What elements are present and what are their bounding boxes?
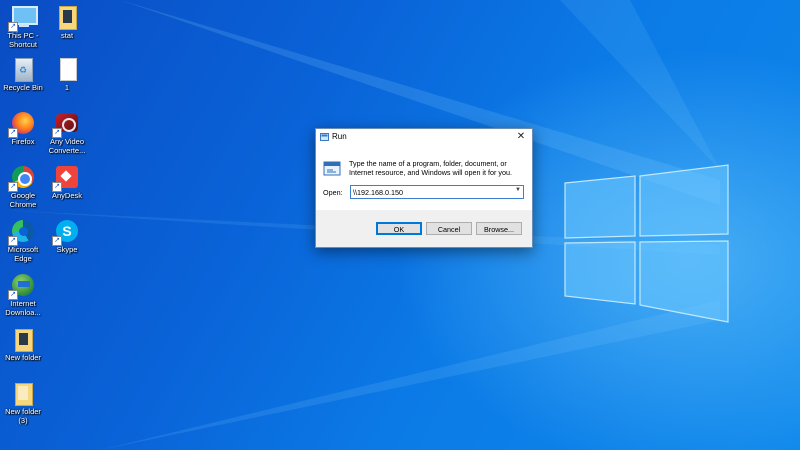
run-dialog[interactable]: Run ✕ Type the name of a program, folder… [315, 128, 533, 248]
icon-label: Google Chrome [9, 191, 37, 209]
dialog-footer: OK Cancel Browse... [316, 210, 532, 247]
icon-label: Internet Downloa... [5, 299, 41, 317]
icon-label: stat [60, 31, 74, 40]
firefox-icon: ↗ [8, 110, 36, 138]
icon-label: AnyDesk [51, 191, 82, 200]
desktop-icon-chrome[interactable]: ↗ Google Chrome [0, 164, 46, 209]
icon-label: This PC - Shortcut [7, 31, 39, 49]
desktop-icon-this-pc[interactable]: ↗ This PC - Shortcut [0, 4, 46, 49]
desktop-icon-internet-download-manager[interactable]: ↗ Internet Downloa... [0, 272, 46, 317]
desktop-icon-firefox[interactable]: ↗ Firefox [0, 110, 46, 147]
desktop-icon-skype[interactable]: S ↗ Skype [44, 218, 90, 255]
dialog-description: Type the name of a program, folder, docu… [349, 159, 512, 177]
anydesk-icon: ↗ [52, 164, 80, 192]
desktop-icon-recycle-bin[interactable]: ♻ Recycle Bin [0, 56, 46, 93]
desktop-icon-any-video-converter[interactable]: ↗ Any Video Converte... [44, 110, 90, 155]
icon-label: Skype [56, 245, 78, 254]
open-label: Open: [323, 188, 343, 197]
open-input[interactable] [353, 186, 503, 198]
run-icon [320, 133, 329, 141]
file-icon [54, 56, 80, 82]
icon-label: Recycle Bin [3, 83, 43, 92]
icon-label: Firefox [11, 137, 35, 146]
skype-icon: S ↗ [52, 218, 80, 246]
icon-label: Microsoft Edge [7, 245, 39, 263]
video-converter-icon: ↗ [52, 110, 80, 138]
icon-label: 1 [64, 83, 70, 92]
dialog-body: Type the name of a program, folder, docu… [316, 145, 532, 210]
close-icon: ✕ [516, 131, 526, 142]
icon-label: New folder (3) [5, 407, 41, 425]
dialog-title: Run [332, 132, 347, 141]
this-pc-icon: ↗ [8, 4, 38, 32]
close-button[interactable]: ✕ [510, 129, 532, 145]
edge-icon: ↗ [8, 218, 36, 246]
desktop-icon-stat[interactable]: stat [44, 4, 90, 41]
icon-label: Any Video Converte... [48, 137, 86, 155]
desktop-icon-new-folder-3[interactable]: New folder (3) [0, 380, 46, 425]
ok-button[interactable]: OK [376, 222, 422, 235]
desktop-icon-anydesk[interactable]: ↗ AnyDesk [44, 164, 90, 201]
chrome-icon: ↗ [8, 164, 36, 192]
folder-icon [10, 326, 36, 352]
desktop-icon-file-1[interactable]: 1 [44, 56, 90, 93]
desktop-icon-new-folder[interactable]: New folder [0, 326, 46, 363]
recycle-bin-icon: ♻ [10, 56, 36, 82]
chevron-down-icon[interactable]: ▼ [515, 187, 521, 193]
open-combobox[interactable]: ▼ [350, 185, 524, 199]
icon-label: New folder [5, 353, 41, 362]
browse-button[interactable]: Browse... [476, 222, 522, 235]
desktop-icon-edge[interactable]: ↗ Microsoft Edge [0, 218, 46, 263]
title-bar[interactable]: Run ✕ [316, 129, 532, 145]
internet-download-manager-icon: ↗ [8, 272, 36, 300]
desktop[interactable]: ↗ This PC - Shortcut ♻ Recycle Bin ↗ Fir… [0, 0, 800, 450]
run-program-icon [323, 161, 341, 176]
folder-icon [10, 380, 36, 406]
cancel-button[interactable]: Cancel [426, 222, 472, 235]
folder-icon [54, 4, 80, 30]
